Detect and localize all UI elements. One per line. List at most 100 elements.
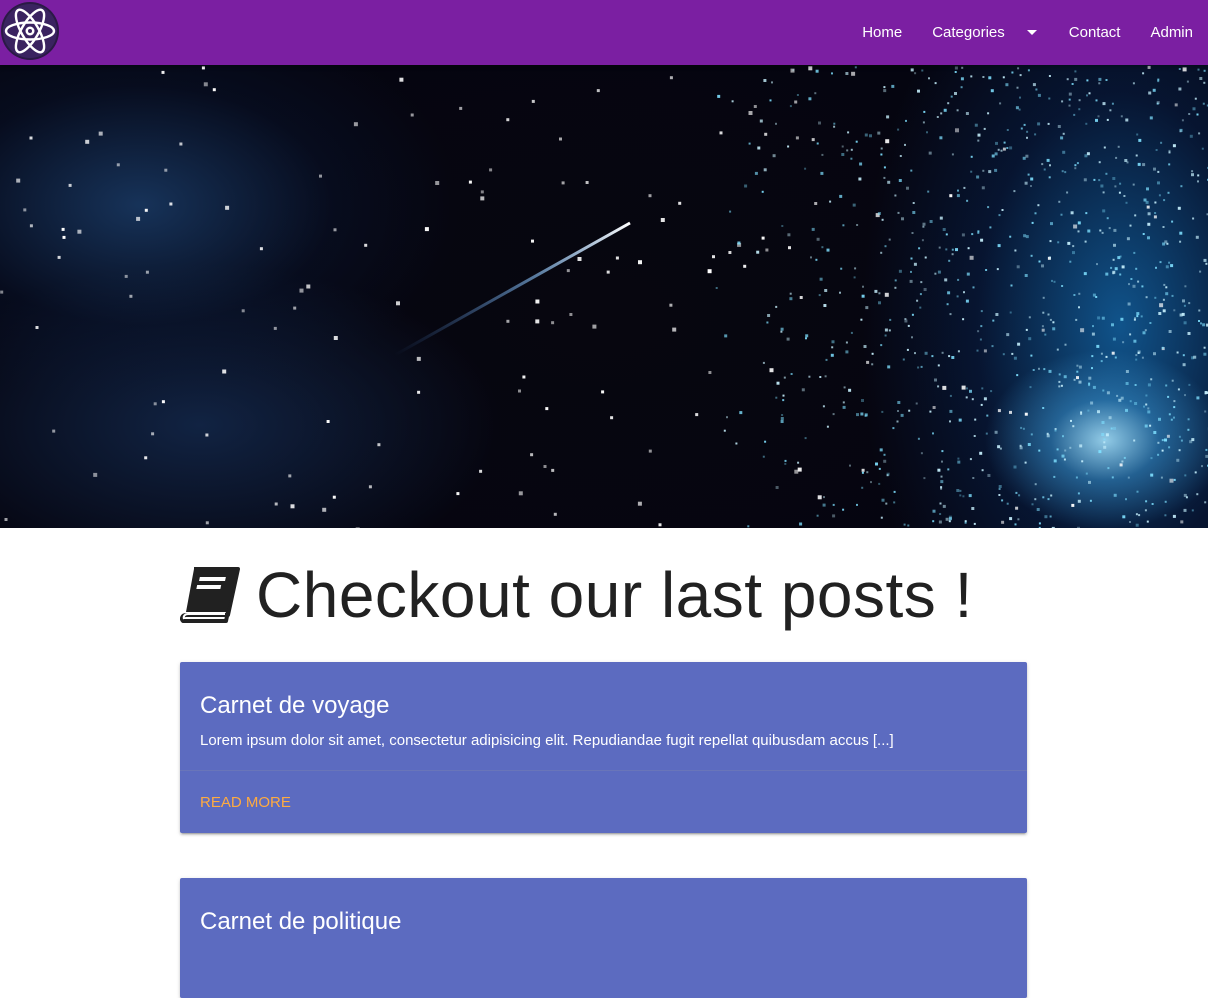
star — [1001, 499, 1003, 501]
star — [833, 504, 835, 506]
star — [1058, 125, 1061, 128]
nav-admin-label: Admin — [1150, 0, 1193, 65]
star — [1163, 309, 1166, 312]
star — [994, 169, 997, 172]
star — [551, 469, 554, 472]
star — [1078, 221, 1081, 224]
star — [1080, 413, 1082, 415]
star — [935, 82, 937, 84]
star — [649, 450, 652, 453]
star — [794, 470, 798, 474]
star — [1199, 77, 1202, 80]
star — [1101, 360, 1103, 362]
star — [162, 400, 165, 403]
star — [1112, 103, 1114, 105]
star — [1117, 256, 1120, 259]
star — [1058, 385, 1060, 387]
atom-logo-icon[interactable] — [0, 1, 60, 61]
star — [1097, 316, 1100, 319]
star — [1198, 132, 1200, 134]
caret-down-icon — [1027, 30, 1037, 35]
star — [1093, 179, 1095, 181]
star — [1028, 443, 1031, 446]
star — [903, 359, 905, 361]
star — [356, 527, 360, 528]
star — [1049, 75, 1051, 77]
star — [929, 411, 931, 413]
star — [1105, 273, 1108, 276]
star — [851, 72, 855, 76]
nav-links: Home Categories Contact Admin — [847, 0, 1208, 65]
star — [1076, 376, 1079, 379]
star — [1041, 264, 1044, 267]
star — [1043, 297, 1045, 299]
star — [882, 499, 885, 502]
star — [949, 516, 952, 519]
star — [943, 228, 946, 231]
star — [997, 268, 999, 270]
star — [961, 86, 963, 88]
star — [1137, 491, 1139, 493]
star — [30, 224, 33, 227]
star — [825, 375, 827, 377]
star — [1136, 155, 1138, 157]
star — [1146, 201, 1149, 204]
star — [1126, 370, 1129, 373]
star — [1135, 268, 1137, 270]
read-more-link[interactable]: Read More — [200, 794, 291, 811]
star — [63, 236, 66, 239]
star — [871, 363, 873, 365]
nav-admin-link[interactable]: Admin — [1135, 0, 1208, 65]
star — [1078, 293, 1080, 295]
star — [1178, 88, 1181, 91]
star — [923, 121, 925, 123]
star — [506, 320, 509, 323]
star — [805, 334, 808, 337]
star — [1205, 391, 1208, 394]
nav-categories-dropdown[interactable]: Categories — [917, 0, 1054, 65]
star — [889, 319, 891, 321]
card-content: Carnet de politique — [180, 878, 1027, 964]
star — [1143, 406, 1145, 408]
star — [1092, 333, 1095, 336]
star — [1072, 245, 1074, 247]
star — [905, 120, 907, 122]
star — [790, 105, 792, 107]
star — [1171, 419, 1173, 421]
star — [1163, 284, 1165, 286]
star — [911, 336, 913, 338]
star — [1115, 357, 1117, 359]
nav-home-link[interactable]: Home — [847, 0, 917, 65]
star — [145, 209, 148, 212]
star — [789, 297, 792, 300]
star — [958, 350, 960, 352]
star — [770, 368, 774, 372]
star — [1015, 492, 1017, 494]
star — [986, 433, 988, 435]
star — [990, 390, 992, 392]
star — [1159, 194, 1161, 196]
star — [827, 426, 829, 428]
star — [846, 149, 848, 151]
star — [1119, 192, 1121, 194]
star — [887, 473, 890, 476]
star — [1175, 103, 1178, 106]
star — [1157, 171, 1159, 173]
star — [1142, 72, 1144, 74]
star — [1091, 355, 1093, 357]
star — [1087, 410, 1089, 412]
star — [893, 501, 895, 503]
star — [885, 329, 888, 332]
nav-contact-link[interactable]: Contact — [1054, 0, 1136, 65]
star — [1032, 222, 1034, 224]
star — [1157, 454, 1159, 456]
star — [1078, 492, 1080, 494]
star — [1034, 498, 1036, 500]
star — [1113, 229, 1116, 232]
star — [1017, 67, 1019, 69]
star — [1049, 164, 1051, 166]
star — [1187, 81, 1189, 83]
star — [206, 521, 209, 524]
star — [884, 454, 886, 456]
star — [911, 68, 914, 71]
